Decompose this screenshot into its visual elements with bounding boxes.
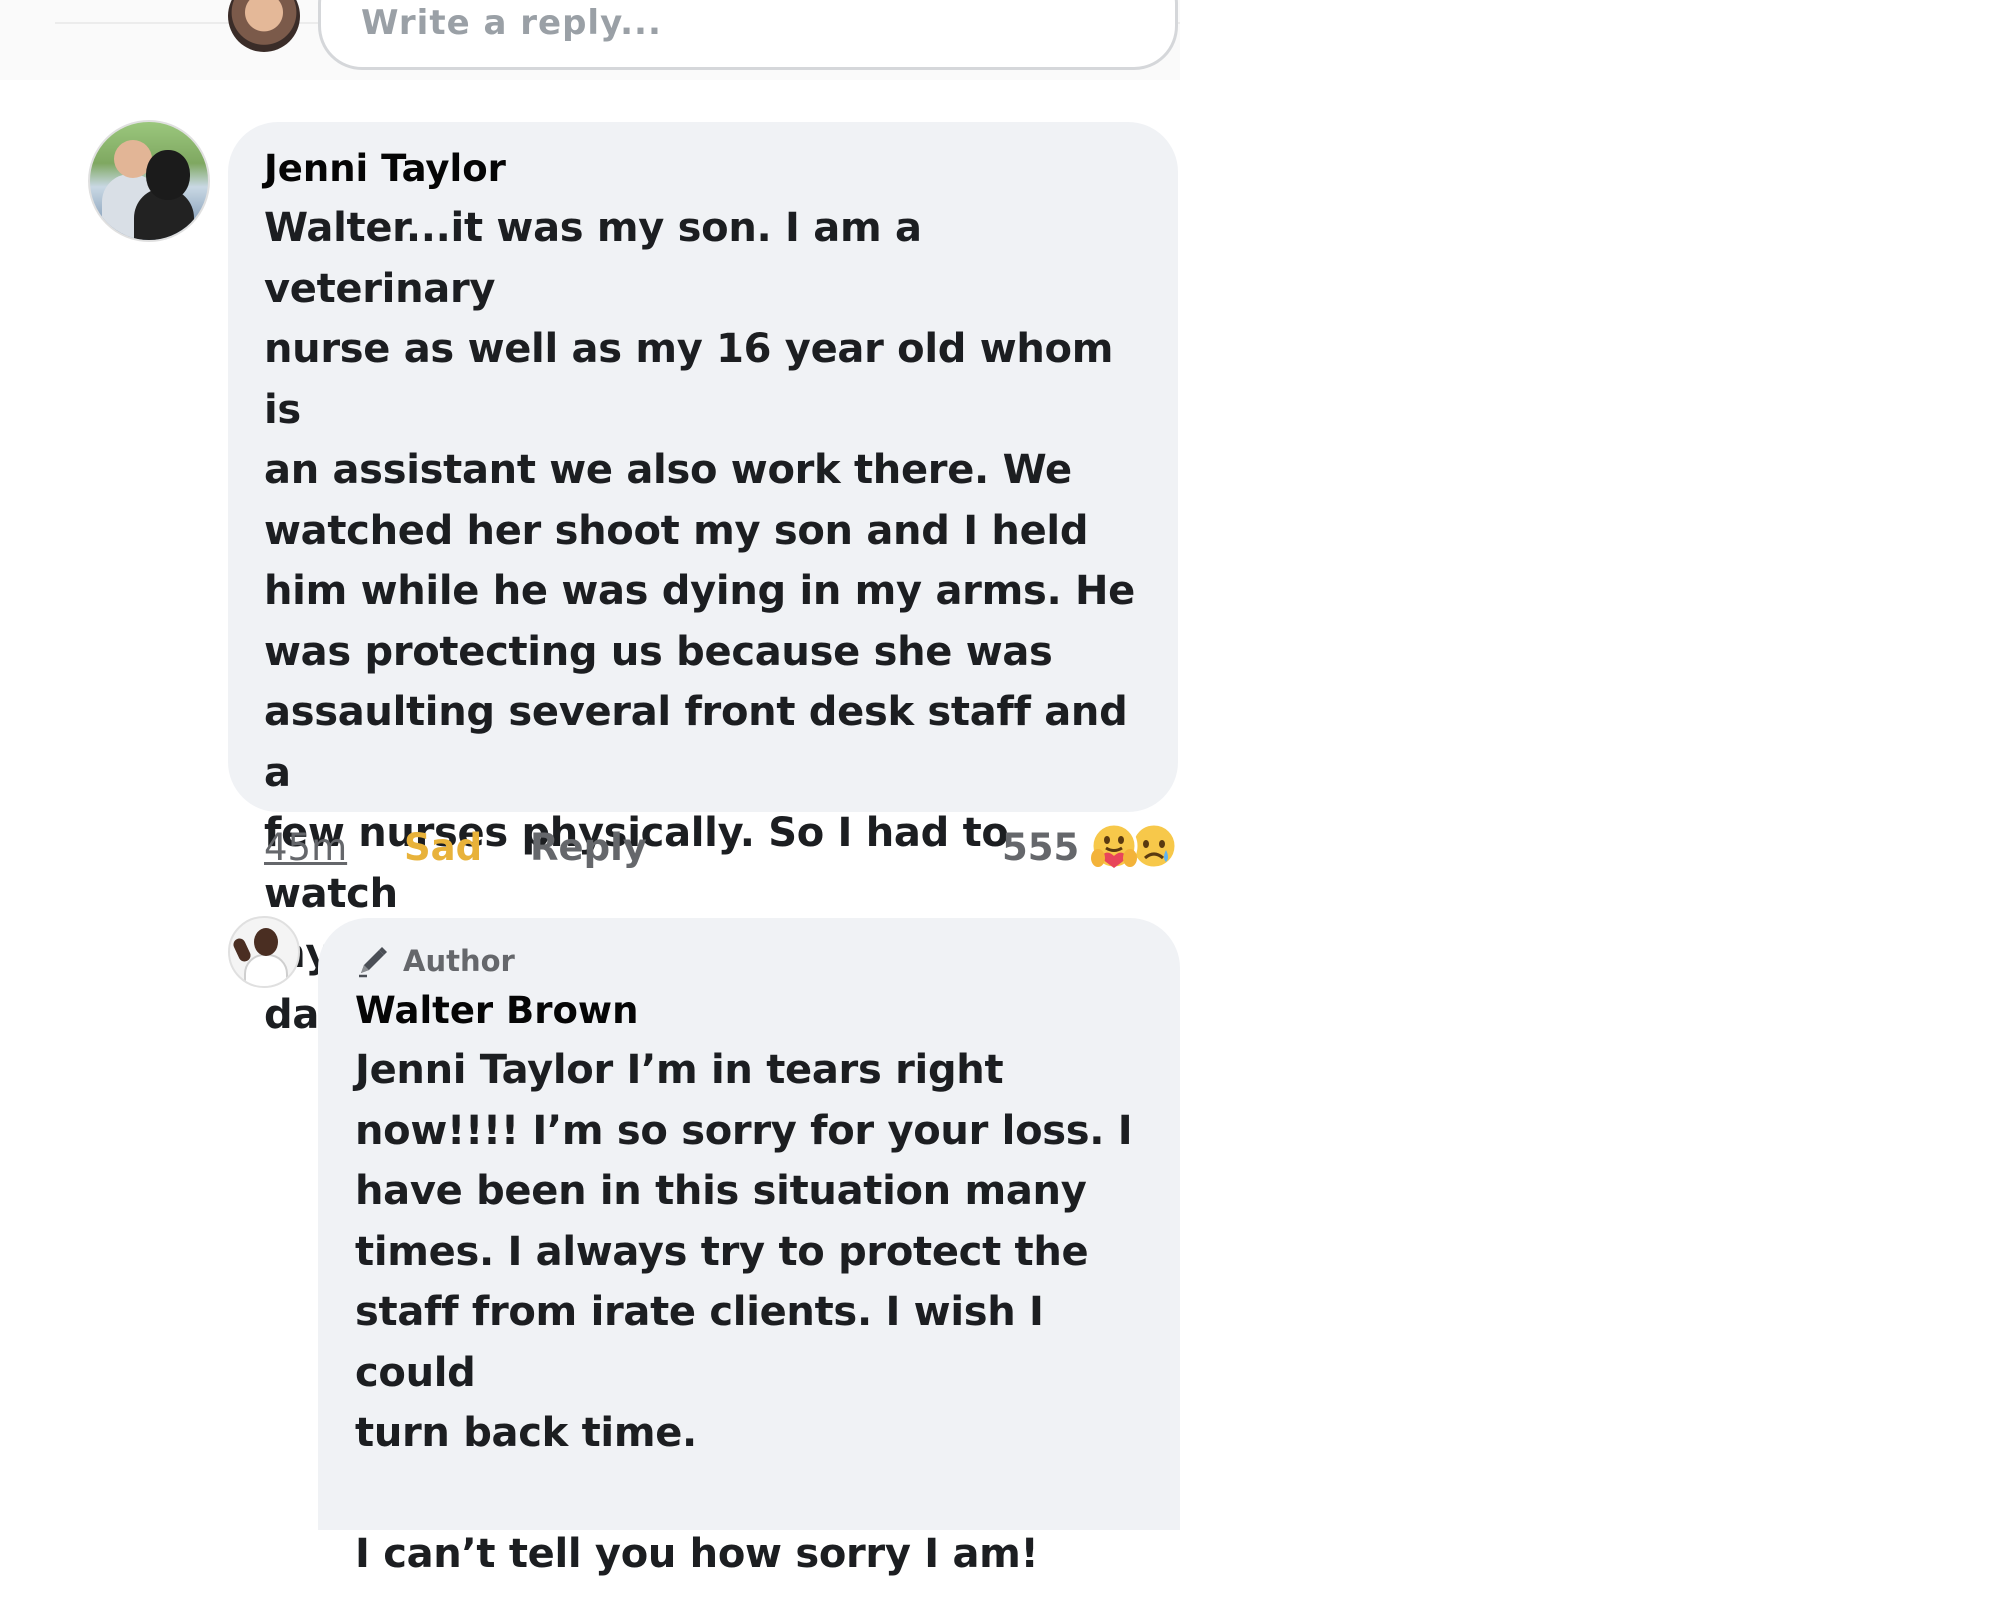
reply-button[interactable]: Reply: [530, 826, 647, 869]
avatar-walter-brown[interactable]: [228, 916, 300, 988]
reply-input-placeholder: Write a reply...: [361, 3, 662, 43]
reply-author-name[interactable]: Walter Brown: [355, 986, 1150, 1036]
reply-text: Jenni Taylor I’m in tears right now!!!! …: [355, 1047, 1133, 1577]
comment-bubble: Jenni Taylor Walter...it was my son. I a…: [228, 122, 1178, 1038]
comment-thread: Write a reply... Jenni Taylor Walter...i…: [0, 0, 1200, 1600]
avatar-jenni-taylor[interactable]: [88, 120, 210, 242]
pen-icon: [359, 947, 387, 978]
care-reaction-icon: [1090, 822, 1138, 870]
current-user-avatar: [228, 0, 300, 52]
reaction-icons[interactable]: [1088, 820, 1184, 872]
reaction-button[interactable]: Sad: [404, 826, 482, 869]
comment-actions: 45m Sad Reply 555: [264, 822, 1180, 876]
previous-reply-row: Write a reply...: [0, 0, 1180, 80]
comment-timestamp[interactable]: 45m: [264, 826, 347, 869]
author-badge: Author: [355, 940, 1150, 982]
reply-input[interactable]: Write a reply...: [318, 0, 1178, 70]
comment-author-name[interactable]: Jenni Taylor: [264, 144, 1142, 194]
sad-reaction-icon: [1130, 822, 1178, 870]
reaction-count[interactable]: 555: [1002, 826, 1079, 869]
author-badge-label: Author: [403, 944, 515, 978]
reply-bubble: Author Walter Brown Jenni Taylor I’m in …: [318, 918, 1180, 1577]
